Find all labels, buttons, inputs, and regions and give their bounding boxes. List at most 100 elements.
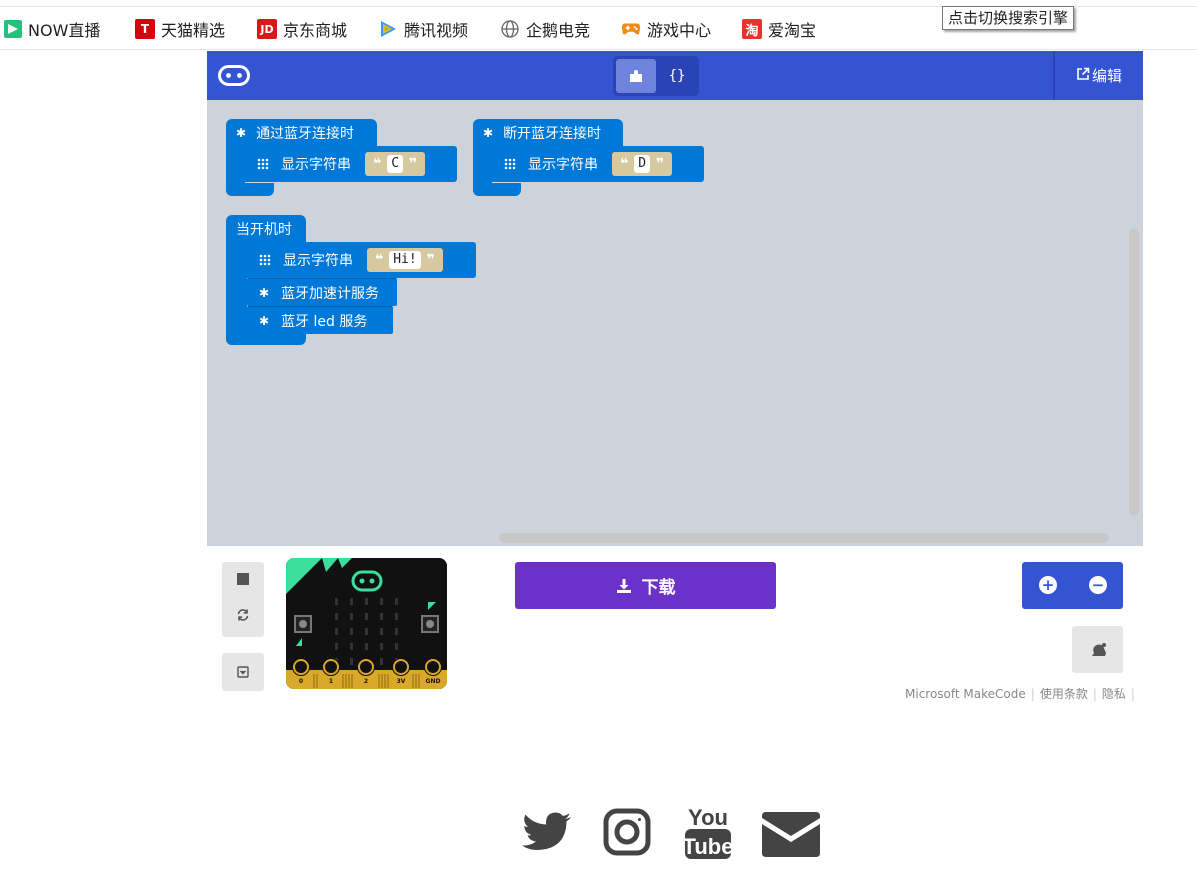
- grid-mark: [931, 350, 938, 357]
- grid-mark: [975, 485, 982, 492]
- grid-mark: [359, 350, 366, 357]
- grid-mark: [227, 395, 234, 402]
- restart-icon[interactable]: [236, 607, 250, 626]
- collapse-simulator-button[interactable]: [222, 653, 264, 691]
- microbit-logo-icon[interactable]: [218, 65, 250, 86]
- grid-mark: [1063, 260, 1070, 267]
- grid-mark: [271, 485, 278, 492]
- block-hat: 当开机时: [226, 215, 306, 242]
- terms-link[interactable]: 使用条款: [1040, 687, 1088, 701]
- horizontal-scrollbar[interactable]: [499, 533, 1109, 543]
- grid-mark: [755, 485, 762, 492]
- grid-mark: [623, 485, 630, 492]
- zoom-out-button[interactable]: −: [1089, 576, 1107, 594]
- string-value[interactable]: C: [387, 155, 404, 173]
- zoom-in-button[interactable]: +: [1039, 576, 1057, 594]
- string-value-slot[interactable]: ❝ D ❞: [612, 152, 673, 176]
- privacy-link[interactable]: 隐私: [1102, 687, 1126, 701]
- blocks-workspace[interactable]: ✱ 通过蓝牙连接时 显示字符串 ❝ C ❞ ✱ 断开蓝牙连接时 显示字符串 ❝ …: [207, 100, 1143, 546]
- bookmark-tmall[interactable]: T 天猫精选: [135, 18, 225, 40]
- grid-mark: [1019, 440, 1026, 447]
- grid-mark: [271, 440, 278, 447]
- grid-mark: [227, 485, 234, 492]
- grid-mark: [667, 260, 674, 267]
- grid-mark: [843, 305, 850, 312]
- bookmark-game-center[interactable]: 游戏中心: [621, 18, 711, 40]
- string-value-slot[interactable]: ❝ Hi! ❞: [367, 248, 443, 272]
- editor-header: {} 编辑: [207, 51, 1143, 100]
- instagram-icon[interactable]: [603, 808, 651, 866]
- show-string-block[interactable]: 显示字符串 ❝ C ❞: [245, 146, 457, 182]
- grid-mark: [931, 125, 938, 132]
- bookmark-tencent-video[interactable]: 腾讯视频: [378, 18, 468, 40]
- grid-mark: [1019, 260, 1026, 267]
- grid-mark: [711, 350, 718, 357]
- javascript-view-button[interactable]: {}: [659, 59, 695, 93]
- grid-mark: [227, 530, 234, 537]
- grid-mark: [887, 440, 894, 447]
- vertical-scrollbar[interactable]: [1129, 228, 1139, 516]
- grid-mark: [931, 215, 938, 222]
- grid-mark: [843, 485, 850, 492]
- grid-mark: [755, 125, 762, 132]
- block-hat: ✱ 通过蓝牙连接时: [226, 119, 377, 146]
- youtube-icon[interactable]: You Tube: [683, 803, 733, 861]
- download-button[interactable]: 下载: [515, 562, 776, 609]
- bluetooth-led-service-block[interactable]: ✱ 蓝牙 led 服务: [247, 306, 393, 334]
- grid-mark: [799, 395, 806, 402]
- block-hat-label: 断开蓝牙连接时: [503, 125, 602, 142]
- grid-mark: [1063, 485, 1070, 492]
- grid-mark: [1019, 125, 1026, 132]
- bluetooth-icon: ✱: [236, 125, 247, 140]
- show-string-block[interactable]: 显示字符串 ❝ Hi! ❞: [247, 242, 476, 278]
- block-label: 蓝牙加速计服务: [281, 285, 380, 302]
- show-string-label: 显示字符串: [528, 157, 598, 173]
- grid-mark: [755, 395, 762, 402]
- grid-mark: [931, 395, 938, 402]
- grid-mark: [887, 125, 894, 132]
- makecode-link[interactable]: Microsoft MakeCode: [905, 687, 1026, 701]
- grid-mark: [491, 530, 498, 537]
- led-grid-icon: [259, 254, 271, 266]
- email-icon[interactable]: [762, 812, 820, 870]
- grid-mark: [755, 260, 762, 267]
- string-value[interactable]: D: [634, 155, 651, 173]
- grid-mark: [887, 260, 894, 267]
- grid-mark: [975, 440, 982, 447]
- jd-icon: JD: [257, 19, 277, 39]
- blocks-view-button[interactable]: [616, 59, 656, 93]
- twitter-icon[interactable]: [522, 812, 572, 870]
- grid-mark: [799, 440, 806, 447]
- string-value-slot[interactable]: ❝ C ❞: [365, 152, 426, 176]
- grid-mark: [359, 395, 366, 402]
- grid-mark: [1107, 305, 1114, 312]
- download-icon: [616, 578, 632, 594]
- grid-mark: [1107, 170, 1114, 177]
- bookmark-qie[interactable]: 企鹅电竞: [500, 18, 590, 40]
- string-value[interactable]: Hi!: [389, 251, 421, 269]
- grid-mark: [623, 350, 630, 357]
- grid-mark: [1019, 395, 1026, 402]
- grid-mark: [799, 170, 806, 177]
- bookmark-label: 企鹅电竞: [526, 21, 591, 40]
- bookmark-now[interactable]: NOW直播: [4, 18, 100, 40]
- show-string-block[interactable]: 显示字符串 ❝ D ❞: [492, 146, 704, 182]
- grid-mark: [1063, 395, 1070, 402]
- grid-mark: [227, 440, 234, 447]
- grid-mark: [403, 395, 410, 402]
- grid-mark: [447, 530, 454, 537]
- edit-button[interactable]: 编辑: [1053, 51, 1143, 100]
- grid-mark: [271, 350, 278, 357]
- grid-mark: [931, 260, 938, 267]
- grid-mark: [887, 395, 894, 402]
- bookmark-taobao[interactable]: 淘 爱淘宝: [742, 18, 816, 40]
- microbit-simulator[interactable]: 0 1 2 3V GND: [286, 558, 447, 689]
- grid-mark: [799, 215, 806, 222]
- slow-motion-button[interactable]: [1072, 626, 1123, 673]
- grid-mark: [887, 215, 894, 222]
- bookmark-jd[interactable]: JD 京东商城: [257, 18, 347, 40]
- bluetooth-accelerometer-service-block[interactable]: ✱ 蓝牙加速计服务: [247, 278, 397, 306]
- grid-mark: [1063, 215, 1070, 222]
- stop-icon[interactable]: [237, 573, 249, 585]
- grid-mark: [755, 170, 762, 177]
